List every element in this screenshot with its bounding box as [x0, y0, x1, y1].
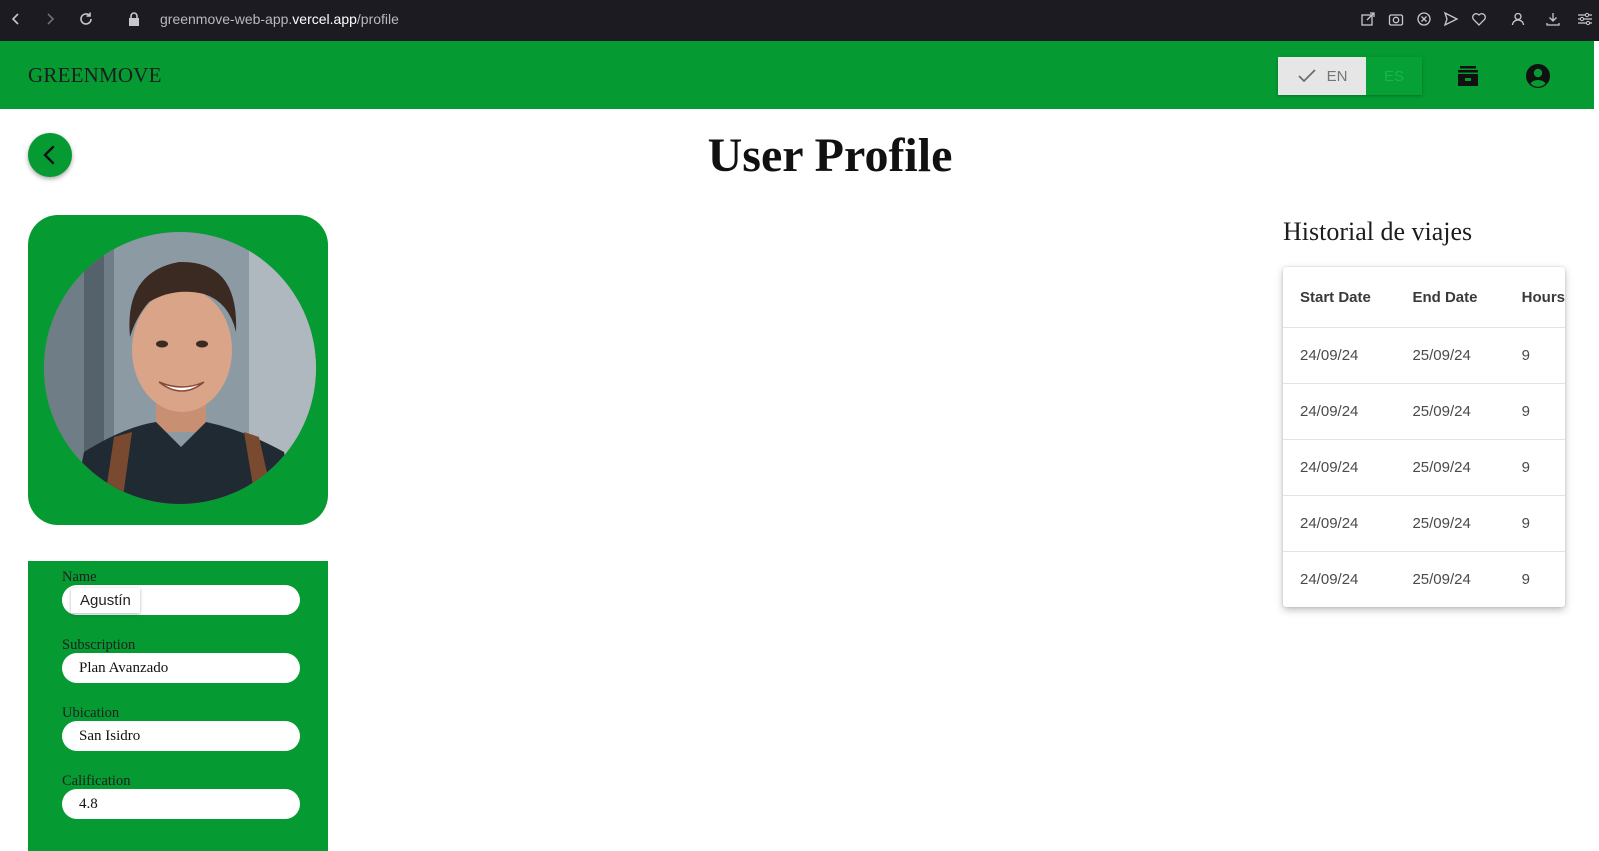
browser-toolbar: greenmove-web-app.vercel.app/profile: [0, 0, 1599, 41]
table-row[interactable]: 24/09/24 25/09/24 9: [1283, 552, 1565, 608]
name-label: Name: [62, 569, 97, 585]
end-date-cell: 25/09/24: [1395, 327, 1505, 384]
download-icon[interactable]: [1543, 9, 1563, 29]
forward-nav-icon[interactable]: [40, 9, 60, 29]
profile-icon[interactable]: [1508, 9, 1528, 29]
heart-icon[interactable]: [1469, 9, 1489, 29]
end-date-cell: 25/09/24: [1395, 439, 1505, 496]
settings-sliders-icon[interactable]: [1575, 9, 1595, 29]
camera-icon[interactable]: [1386, 9, 1406, 29]
table-row[interactable]: 24/09/24 25/09/24 9: [1283, 327, 1565, 384]
subscription-field[interactable]: Plan Avanzado: [62, 653, 300, 683]
brand-logo[interactable]: GREENMOVE: [28, 63, 162, 88]
calification-field[interactable]: 4.8: [62, 789, 300, 819]
lang-es-label: ES: [1383, 67, 1404, 85]
calification-label: Calification: [62, 773, 131, 789]
profile-info-card: Name Agustín Subscription Plan Avanzado …: [28, 561, 328, 851]
start-date-cell: 24/09/24: [1283, 327, 1396, 384]
table-row[interactable]: 24/09/24 25/09/24 9: [1283, 383, 1565, 440]
calification-field-group: Calification 4.8: [62, 773, 300, 819]
end-date-cell: 25/09/24: [1395, 495, 1505, 552]
send-icon[interactable]: [1441, 9, 1461, 29]
page-title: User Profile: [707, 129, 953, 182]
end-date-cell: 25/09/24: [1412, 571, 1471, 588]
name-field[interactable]: Agustín: [62, 585, 300, 615]
subscription-field-group: Subscription Plan Avanzado: [62, 637, 300, 683]
language-toggle: EN ES: [1278, 57, 1422, 95]
hours-cell: 9: [1504, 327, 1565, 384]
ubication-field[interactable]: San Isidro: [62, 721, 300, 751]
hours-cell: 9: [1521, 571, 1530, 588]
ubication-field-group: Ubication San Isidro: [62, 705, 300, 751]
hours-cell: 9: [1504, 383, 1565, 440]
start-date-cell: 24/09/24: [1300, 571, 1359, 588]
column-header-start-date[interactable]: Start Date: [1283, 267, 1396, 328]
hours-cell: 9: [1504, 439, 1565, 496]
trip-history-table: Start Date End Date Hours 24/09/24 25/09…: [1283, 267, 1565, 607]
back-nav-icon[interactable]: [6, 9, 26, 29]
block-icon[interactable]: [1414, 9, 1434, 29]
app-navbar: GREENMOVE EN ES: [0, 41, 1594, 109]
end-date-cell: 25/09/24: [1395, 383, 1505, 440]
name-field-group: Name Agustín: [62, 569, 300, 615]
check-icon: [1297, 69, 1316, 83]
lang-en-button[interactable]: EN: [1278, 57, 1366, 95]
account-circle-icon[interactable]: [1524, 62, 1552, 90]
scooter-icon[interactable]: [1454, 62, 1482, 90]
column-header-hours[interactable]: Hours: [1504, 267, 1565, 328]
avatar: [44, 232, 316, 504]
lock-icon: [124, 9, 144, 29]
history-title: Historial de viajes: [1283, 217, 1473, 246]
column-header-end-date[interactable]: End Date: [1395, 267, 1505, 328]
subscription-label: Subscription: [62, 637, 136, 653]
name-value: Agustín: [71, 587, 140, 613]
start-date-cell: 24/09/24: [1283, 439, 1396, 496]
hours-cell: 9: [1504, 495, 1565, 552]
table-row[interactable]: 24/09/24 25/09/24 9: [1283, 439, 1565, 496]
start-date-cell: 24/09/24: [1283, 383, 1396, 440]
ubication-label: Ubication: [62, 705, 120, 721]
table-header-row: Start Date End Date Hours: [1283, 267, 1565, 328]
lang-es-button[interactable]: ES: [1366, 57, 1422, 95]
table-row[interactable]: 24/09/24 25/09/24 9: [1283, 495, 1565, 552]
share-icon[interactable]: [1358, 9, 1378, 29]
address-bar[interactable]: greenmove-web-app.vercel.app/profile: [160, 11, 399, 27]
reload-icon[interactable]: [76, 9, 96, 29]
lang-en-label: EN: [1326, 67, 1348, 85]
avatar-card: [28, 215, 328, 525]
start-date-cell: 24/09/24: [1283, 495, 1396, 552]
